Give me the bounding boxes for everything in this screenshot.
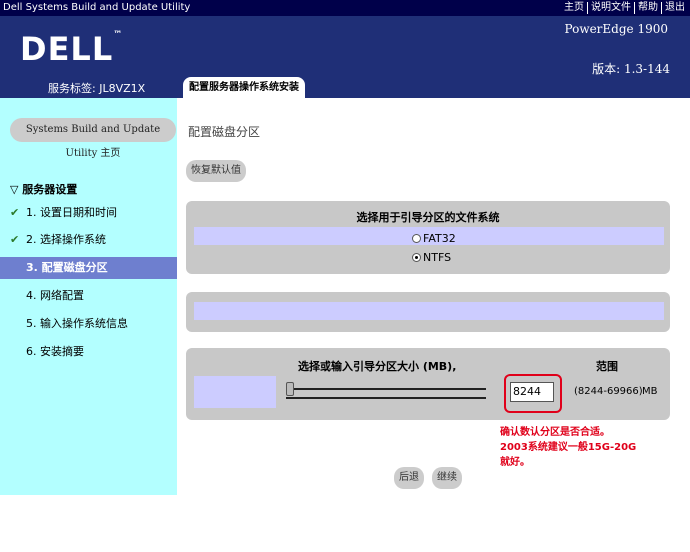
radio-ntfs[interactable]: NTFS <box>412 251 451 264</box>
filesystem-panel: 选择用于引导分区的文件系统 FAT32 NTFS <box>186 201 670 274</box>
model-name: PowerEdge 1900 <box>564 22 669 36</box>
link-help[interactable]: 帮助 <box>634 2 661 14</box>
title-bar: Dell Systems Build and Update Utility 主页… <box>0 0 690 16</box>
sidebar-item-label: 1. 设置日期和时间 <box>26 206 117 219</box>
unit-label: MB <box>642 386 658 397</box>
partition-size-label: 选择或输入引导分区大小 (MB), <box>298 360 457 373</box>
sidebar-item-2[interactable]: ✔ 2. 选择操作系统 <box>0 229 177 251</box>
version-label: 版本: 1.3-144 <box>592 62 670 76</box>
radio-fat32[interactable]: FAT32 <box>412 232 456 245</box>
partition-size-panel: 选择或输入引导分区大小 (MB), 范围 8244 (8244-69966) M… <box>186 348 670 420</box>
annotation-highlight-box <box>504 374 562 413</box>
radio-ntfs-label: NTFS <box>423 251 452 264</box>
tab-configure-os-install[interactable]: 配置服务器操作系统安装 <box>183 77 305 98</box>
range-value: (8244-69966) <box>574 386 643 397</box>
dell-logo: DELL™ <box>20 30 124 68</box>
range-label: 范围 <box>596 360 618 373</box>
home-button[interactable]: Systems Build and Update Utility 主页 <box>10 118 176 159</box>
sidebar-item-label: 5. 输入操作系统信息 <box>26 317 128 330</box>
sidebar-item-5[interactable]: 5. 输入操作系统信息 <box>0 313 177 335</box>
radio-fat32-label: FAT32 <box>423 232 456 245</box>
spacer-panel <box>186 292 670 332</box>
sidebar-section: ▽ 服务器设置 <box>10 181 77 197</box>
link-docs[interactable]: 说明文件 <box>587 2 634 14</box>
service-tag: 服务标签: JL8VZ1X <box>48 82 146 95</box>
link-home[interactable]: 主页 <box>561 2 587 14</box>
partition-size-slider[interactable] <box>286 380 486 402</box>
sidebar-item-6[interactable]: 6. 安装摘要 <box>0 341 177 363</box>
radio-ntfs-dot[interactable] <box>412 253 421 262</box>
sidebar-item-4[interactable]: 4. 网络配置 <box>0 285 177 307</box>
back-button[interactable]: 后退 <box>394 467 424 489</box>
slider-thumb[interactable] <box>286 382 294 396</box>
filesystem-title: 选择用于引导分区的文件系统 <box>356 211 500 224</box>
expand-triangle-icon: ▽ <box>10 183 23 196</box>
window-title: Dell Systems Build and Update Utility <box>3 2 191 13</box>
sidebar-item-label: 2. 选择操作系统 <box>26 233 106 246</box>
sidebar-item-3[interactable]: 3. 配置磁盘分区 <box>0 257 177 279</box>
sidebar-section-label: 服务器设置 <box>22 183 78 196</box>
sidebar-item-label: 4. 网络配置 <box>26 289 84 302</box>
radio-fat32-dot[interactable] <box>412 234 421 243</box>
restore-defaults-button[interactable]: 恢复默认值 <box>186 160 246 182</box>
header: DELL™ PowerEdge 1900 版本: 1.3-144 服务标签: J… <box>0 16 690 98</box>
continue-button[interactable]: 继续 <box>432 467 462 489</box>
checkmark-icon: ✔ <box>10 233 20 246</box>
link-exit[interactable]: 退出 <box>661 2 688 14</box>
sidebar-item-1[interactable]: ✔ 1. 设置日期和时间 <box>0 202 177 224</box>
annotation-note: 确认数认分区是否合适。 2003系统建议一般15G-20G 就好。 <box>500 427 637 468</box>
page-title: 配置磁盘分区 <box>188 125 261 139</box>
top-links: 主页 说明文件 帮助 退出 <box>561 0 688 14</box>
checkmark-icon: ✔ <box>10 206 20 219</box>
sidebar-item-label: 3. 配置磁盘分区 <box>26 261 108 274</box>
sidebar-item-label: 6. 安装摘要 <box>26 345 84 358</box>
